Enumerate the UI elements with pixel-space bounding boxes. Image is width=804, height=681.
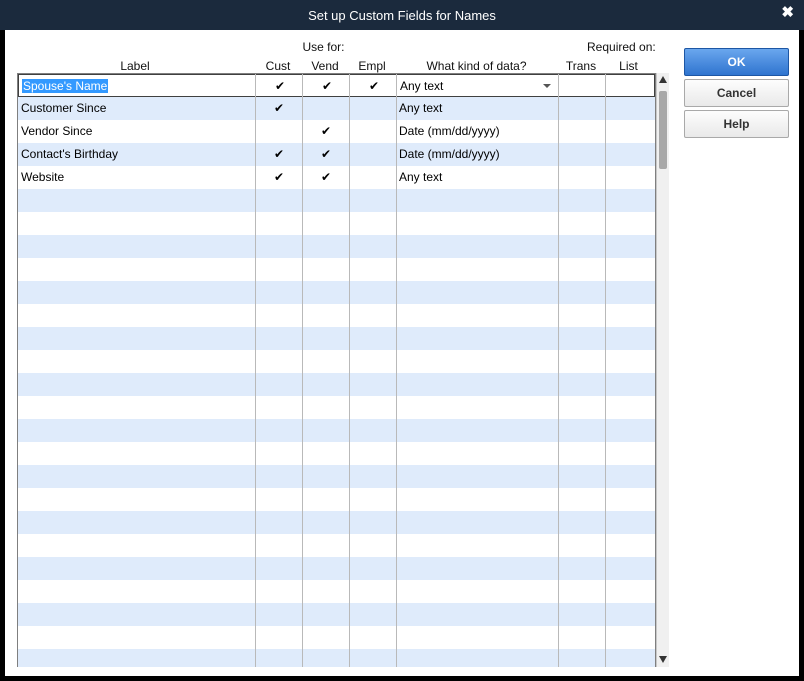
table-row[interactable] [18,350,655,373]
custom-fields-dialog: Set up Custom Fields for Names ✖ Label U… [0,0,804,681]
field-label-cell[interactable]: Customer Since [21,97,253,120]
table-row[interactable] [18,603,655,626]
table-row[interactable] [18,212,655,235]
field-label-text: Website [21,170,65,184]
required-list-cell[interactable] [606,120,653,143]
cust-checkbox-cell[interactable]: ✔ [256,143,302,166]
header-trans: Trans [565,59,597,73]
chevron-down-icon[interactable] [543,84,551,88]
table-row[interactable]: Vendor Since ✔ Date (mm/dd/yyyy) [18,120,655,143]
table-row[interactable] [18,557,655,580]
data-kind-cell[interactable]: Date (mm/dd/yyyy) [399,143,557,166]
empl-checkbox-cell[interactable] [350,143,396,166]
field-label-cell[interactable]: Spouse's Name [22,75,254,98]
table-row[interactable] [18,442,655,465]
help-button[interactable]: Help [684,110,789,138]
cust-checkbox-cell[interactable]: ✔ [256,97,302,120]
header-list: List [619,59,638,73]
table-row[interactable] [18,304,655,327]
vend-checkbox-cell[interactable]: ✔ [303,166,349,189]
arrow-up-icon[interactable] [659,76,667,83]
field-label-cell[interactable]: Contact's Birthday [21,143,253,166]
required-trans-cell[interactable] [559,166,605,189]
custom-fields-table: Website ✔ ✔ Any text Contact's Birthday ✔ ✔ Dat… [17,73,656,667]
cust-checkbox-cell[interactable]: ✔ [256,166,302,189]
data-kind-cell[interactable]: Any text [399,166,557,189]
required-list-cell[interactable] [607,75,654,98]
empl-checkbox-cell[interactable]: ✔ [351,75,397,98]
table-row[interactable] [18,258,655,281]
vend-checkbox-cell[interactable]: ✔ [303,143,349,166]
table-row[interactable] [18,281,655,304]
table-row[interactable] [18,580,655,603]
column-divider [255,74,256,667]
header-cust: Cust [265,59,291,73]
column-divider [302,74,303,667]
header-vend: Vend [311,59,339,73]
column-divider [605,74,606,667]
field-label-text: Spouse's Name [22,79,109,93]
close-icon[interactable]: ✖ [781,5,794,21]
cust-checkbox-cell[interactable] [256,120,302,143]
table-row[interactable] [18,511,655,534]
header-use-for: Use for: [302,40,345,54]
table-row[interactable] [18,189,655,212]
dialog-title: Set up Custom Fields for Names [308,8,496,23]
required-list-cell[interactable] [606,166,653,189]
column-divider [349,74,350,667]
table-row[interactable] [18,626,655,649]
required-trans-cell[interactable] [559,97,605,120]
field-label-text: Vendor Since [21,124,93,138]
empl-checkbox-cell[interactable] [350,166,396,189]
field-label-text: Customer Since [21,101,107,115]
table-row[interactable]: Website ✔ ✔ Any text [18,166,655,189]
required-trans-cell[interactable] [559,143,605,166]
required-list-cell[interactable] [606,97,653,120]
cust-checkbox-cell[interactable]: ✔ [257,75,303,98]
header-required-on: Required on: [587,40,656,54]
empl-checkbox-cell[interactable] [350,97,396,120]
empl-checkbox-cell[interactable] [350,120,396,143]
field-label-cell[interactable]: Website [21,166,253,189]
data-kind-cell[interactable]: Date (mm/dd/yyyy) [399,120,557,143]
field-label-cell[interactable]: Vendor Since [21,120,253,143]
title-bar: Set up Custom Fields for Names ✖ [0,0,804,30]
table-row[interactable]: Contact's Birthday ✔ ✔ Date (mm/dd/yyyy) [18,143,655,166]
dialog-body: Label Use for: Cust Vend Empl What kind … [5,30,799,676]
header-data-kind: What kind of data? [426,59,527,73]
table-row[interactable]: Spouse's Name ✔ ✔ ✔ Any text [18,74,655,97]
data-kind-cell[interactable]: Any text [399,97,557,120]
vertical-scrollbar[interactable] [656,73,669,667]
table-row[interactable] [18,327,655,350]
field-label-text: Contact's Birthday [21,147,119,161]
header-empl: Empl [358,59,386,73]
required-trans-cell[interactable] [560,75,606,98]
header-label: Label [120,59,150,73]
table-row[interactable] [18,649,655,667]
scrollbar-thumb[interactable] [659,91,667,169]
table-row[interactable]: Customer Since ✔ Any text [18,97,655,120]
table-row[interactable] [18,419,655,442]
table-row[interactable] [18,373,655,396]
vend-checkbox-cell[interactable]: ✔ [304,75,350,98]
table-row[interactable] [18,534,655,557]
vend-checkbox-cell[interactable] [303,97,349,120]
data-kind-cell[interactable]: Any text [400,75,558,98]
ok-button[interactable]: OK [684,48,789,76]
cancel-button[interactable]: Cancel [684,79,789,107]
required-list-cell[interactable] [606,143,653,166]
arrow-down-icon[interactable] [659,656,667,663]
table-row[interactable] [18,235,655,258]
table-row[interactable] [18,465,655,488]
table-row[interactable] [18,396,655,419]
required-trans-cell[interactable] [559,120,605,143]
column-divider [396,74,397,667]
vend-checkbox-cell[interactable]: ✔ [303,120,349,143]
table-row[interactable] [18,488,655,511]
column-divider [558,74,559,667]
